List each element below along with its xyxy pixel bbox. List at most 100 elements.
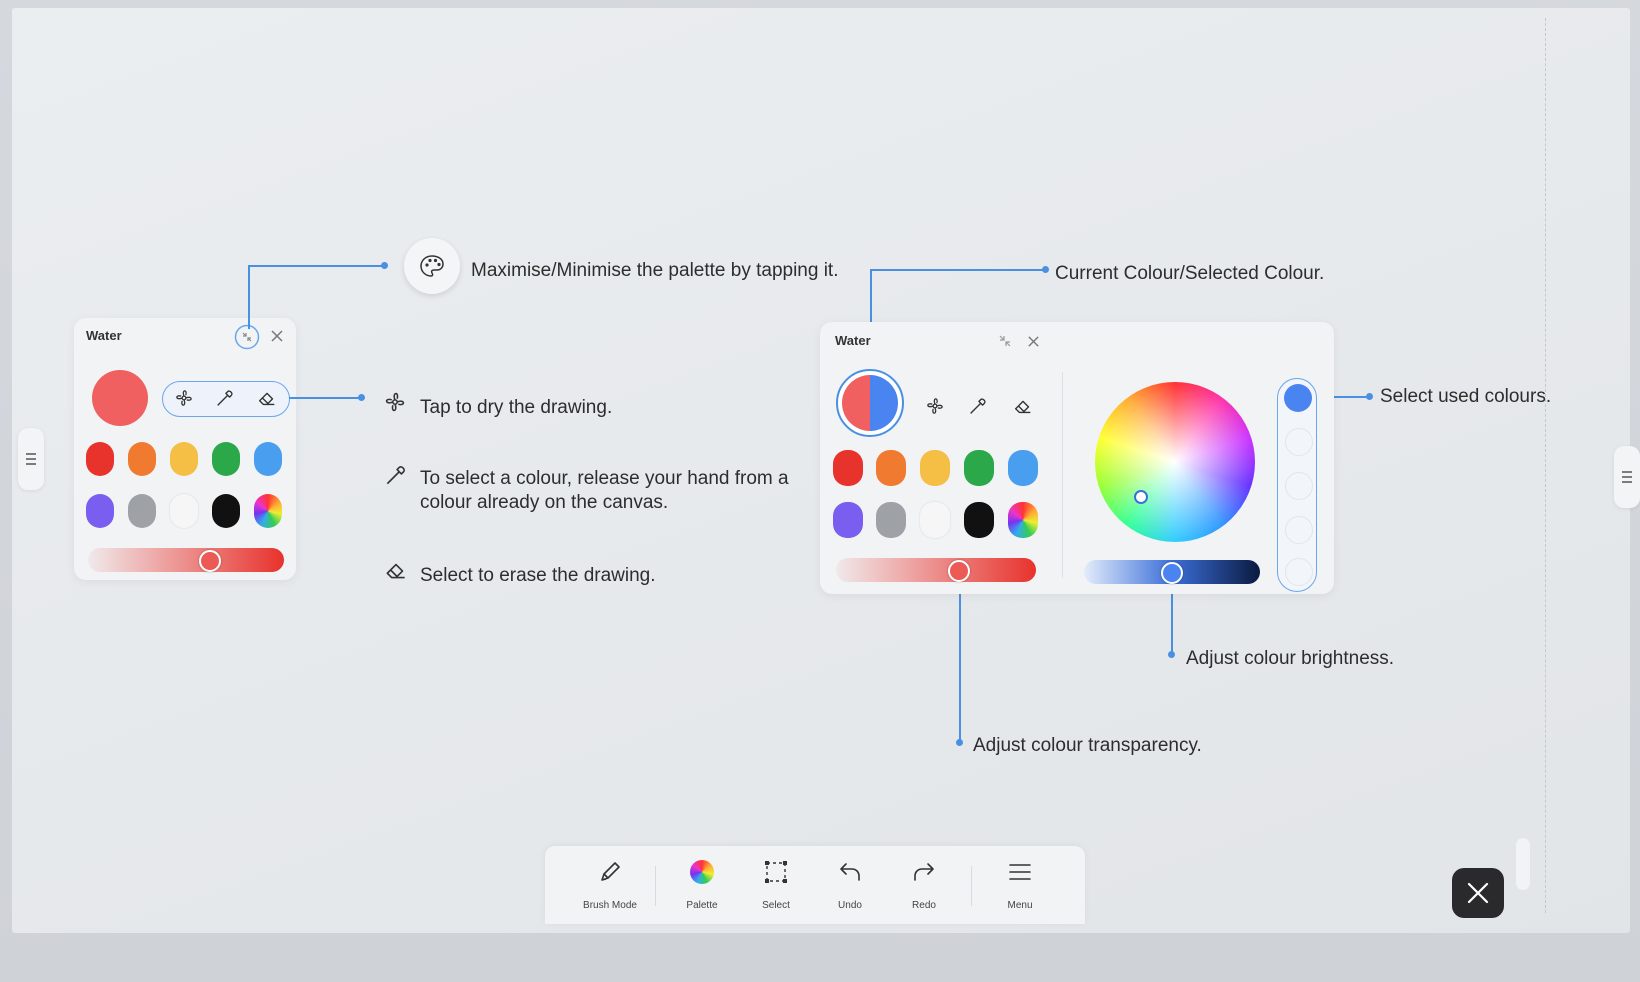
color-swatch-red[interactable]	[833, 450, 863, 486]
palette-icon	[420, 255, 444, 277]
selected-colour-half	[870, 375, 898, 431]
minimise-icon[interactable]	[234, 324, 260, 350]
color-swatch-rainbow[interactable]	[1008, 502, 1038, 538]
brush-mode-label: Brush Mode	[583, 900, 637, 911]
color-swatch-blue[interactable]	[1008, 450, 1038, 486]
color-swatch-gray[interactable]	[876, 502, 906, 538]
connector	[248, 265, 250, 329]
right-side-tab[interactable]	[1614, 446, 1640, 508]
note-select-line2: colour already on the canvas.	[420, 492, 669, 513]
connector-dot	[381, 262, 388, 269]
close-button[interactable]	[1452, 868, 1504, 918]
note-erase: Select to erase the drawing.	[420, 565, 656, 586]
colour-wheel[interactable]	[1095, 382, 1255, 542]
close-icon[interactable]	[270, 329, 284, 343]
used-colour-empty[interactable]	[1285, 472, 1313, 500]
color-swatch-green[interactable]	[212, 442, 240, 476]
minimise-icon[interactable]	[997, 333, 1013, 349]
select-button[interactable]: Select	[741, 846, 811, 924]
note-select-line1: To select a colour, release your hand fr…	[420, 468, 789, 489]
eyedropper-icon	[386, 466, 405, 485]
undo-icon	[840, 863, 860, 881]
scroll-handle[interactable]	[1516, 838, 1530, 890]
note-current-colour: Current Colour/Selected Colour.	[1055, 263, 1325, 284]
bottom-toolbar: Brush Mode Palette Select Undo Redo Menu	[545, 846, 1085, 924]
dashed-guide	[1545, 18, 1546, 913]
used-colour-empty[interactable]	[1285, 558, 1313, 586]
undo-button[interactable]: Undo	[815, 846, 885, 924]
eyedropper-icon[interactable]	[967, 395, 989, 417]
used-colour-1[interactable]	[1284, 384, 1312, 412]
menu-button[interactable]: Menu	[985, 846, 1055, 924]
color-swatch-white[interactable]	[170, 494, 198, 528]
color-swatch-purple[interactable]	[86, 494, 114, 528]
eraser-icon[interactable]	[1012, 395, 1034, 417]
menu-icon	[1009, 864, 1031, 880]
used-colour-empty[interactable]	[1285, 516, 1313, 544]
note-transparency: Adjust colour transparency.	[973, 735, 1202, 756]
note-used-colours: Select used colours.	[1380, 386, 1552, 407]
color-swatch-orange[interactable]	[876, 450, 906, 486]
eraser-icon[interactable]	[256, 387, 278, 409]
palette-small-title: Water	[86, 328, 122, 343]
connector-dot	[1366, 393, 1373, 400]
brush-mode-button[interactable]: Brush Mode	[575, 846, 645, 924]
color-swatch-red[interactable]	[86, 442, 114, 476]
connector	[248, 265, 384, 267]
note-brightness: Adjust colour brightness.	[1186, 648, 1395, 669]
dry-fan-icon	[385, 392, 405, 412]
connector-dot	[956, 739, 963, 746]
eyedropper-icon[interactable]	[214, 387, 236, 409]
undo-label: Undo	[838, 900, 862, 911]
color-swatch-black[interactable]	[212, 494, 240, 528]
color-swatch-purple[interactable]	[833, 502, 863, 538]
palette-divider	[1062, 372, 1063, 578]
transparency-slider[interactable]	[88, 548, 284, 572]
palette-toggle-button[interactable]	[404, 238, 460, 294]
color-swatch-white[interactable]	[920, 502, 950, 538]
connector-dot	[358, 394, 365, 401]
color-swatch-rainbow[interactable]	[254, 494, 282, 528]
color-swatch-orange[interactable]	[128, 442, 156, 476]
used-colour-empty[interactable]	[1285, 428, 1313, 456]
left-side-tab[interactable]	[18, 428, 44, 490]
transparency-knob[interactable]	[199, 550, 221, 572]
redo-icon	[914, 863, 934, 881]
toolbar-separator	[655, 866, 656, 906]
palette-label: Palette	[686, 900, 718, 911]
eraser-icon	[386, 563, 405, 579]
palette-button[interactable]: Palette	[667, 846, 737, 924]
transparency-slider[interactable]	[836, 558, 1036, 582]
transparency-knob[interactable]	[948, 560, 970, 582]
color-swatch-blue[interactable]	[254, 442, 282, 476]
select-label: Select	[762, 900, 790, 911]
redo-label: Redo	[912, 900, 936, 911]
connector-dot	[1168, 651, 1175, 658]
colour-wheel-picker[interactable]	[1134, 490, 1148, 504]
menu-label: Menu	[1007, 900, 1033, 911]
color-swatch-black[interactable]	[964, 502, 994, 538]
current-color-swatch	[92, 370, 148, 426]
connector	[289, 397, 361, 399]
close-icon	[1467, 882, 1489, 904]
connector-dot	[1042, 266, 1049, 273]
color-swatch-yellow[interactable]	[170, 442, 198, 476]
dry-fan-icon[interactable]	[924, 395, 946, 417]
brush-icon	[601, 862, 620, 881]
connector	[959, 582, 961, 742]
close-icon[interactable]	[1027, 335, 1040, 348]
color-swatch-gray[interactable]	[128, 494, 156, 528]
palette-large-title: Water	[835, 333, 871, 348]
redo-button[interactable]: Redo	[889, 846, 959, 924]
note-maximise: Maximise/Minimise the palette by tapping…	[471, 260, 839, 281]
note-dry: Tap to dry the drawing.	[420, 397, 613, 418]
dry-fan-icon[interactable]	[173, 387, 195, 409]
current-colour-half	[842, 375, 870, 431]
palette-color-icon	[690, 860, 714, 884]
color-swatch-yellow[interactable]	[920, 450, 950, 486]
connector	[870, 269, 1046, 271]
brightness-knob[interactable]	[1161, 562, 1183, 584]
color-swatch-green[interactable]	[964, 450, 994, 486]
current-selected-colour[interactable]	[836, 369, 904, 437]
toolbar-separator	[971, 866, 972, 906]
